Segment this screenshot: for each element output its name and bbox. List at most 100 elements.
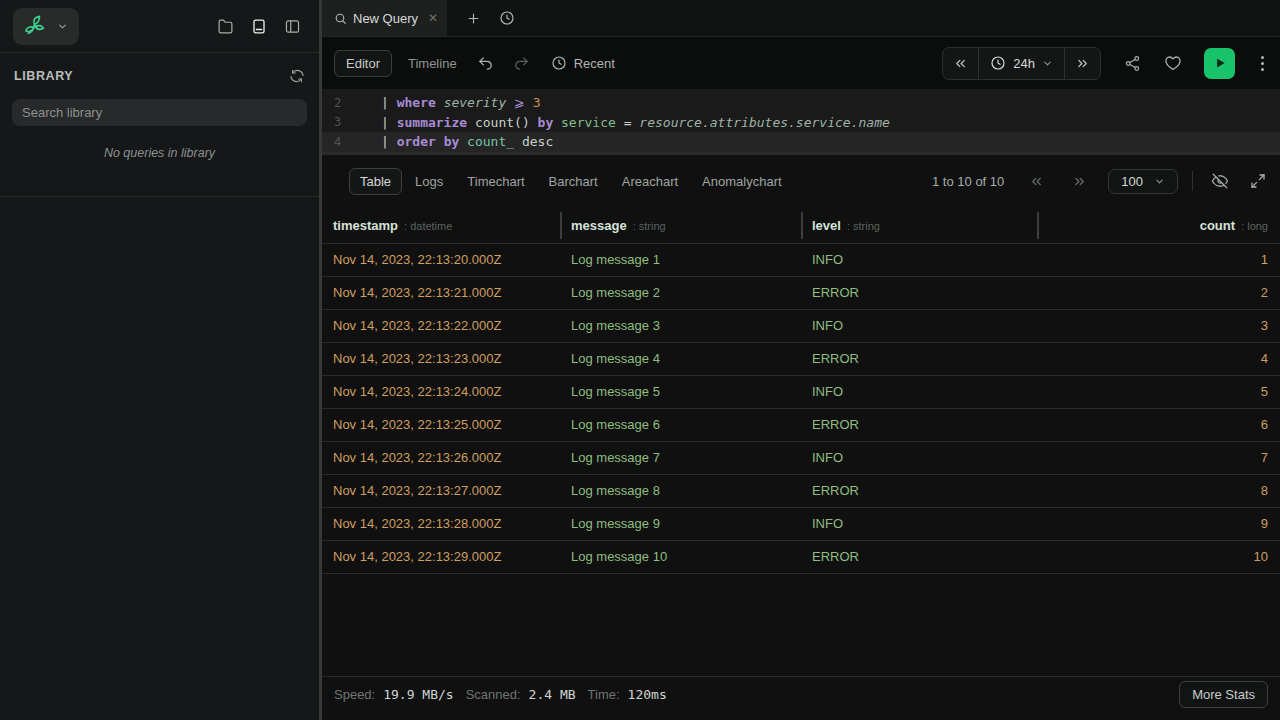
results-toolbar-right: 1 to 10 of 10 100 (932, 169, 1266, 194)
sidebar: LIBRARY No queries in library (0, 0, 322, 720)
cell-timestamp: Nov 14, 2023, 22:13:20.000Z (322, 252, 560, 267)
column-resize-handle[interactable] (801, 212, 803, 239)
recent-button[interactable]: Recent (551, 55, 615, 71)
editor-line[interactable]: 3| summarize count() by service = resour… (322, 113, 1280, 133)
table-row[interactable]: Nov 14, 2023, 22:13:28.000ZLog message 9… (322, 508, 1280, 541)
table-row[interactable]: Nov 14, 2023, 22:13:25.000ZLog message 6… (322, 409, 1280, 442)
view-tabs: TableLogsTimechartBarchartAreachartAnoma… (349, 168, 795, 195)
query-editor[interactable]: 2| where severity ⩾ 33| summarize count(… (322, 89, 1280, 152)
view-tab-logs[interactable]: Logs (404, 168, 454, 195)
query-toolbar: Editor Timeline Recent 24h (322, 37, 1280, 89)
cell-level: ERROR (801, 549, 1037, 564)
code-text: | summarize count() by service = resourc… (356, 115, 890, 130)
stat-label: Scanned: (466, 687, 521, 702)
cell-message: Log message 9 (560, 516, 801, 531)
app-root: LIBRARY No queries in library New Query … (0, 0, 1280, 720)
layout-columns-icon[interactable] (284, 18, 301, 35)
cell-count: 8 (1037, 483, 1280, 498)
table-row[interactable]: Nov 14, 2023, 22:13:23.000ZLog message 4… (322, 343, 1280, 376)
pagination-info: 1 to 10 of 10 (932, 174, 1004, 189)
editor-line[interactable]: 4| order by count_ desc (322, 132, 1280, 152)
table-row[interactable]: Nov 14, 2023, 22:13:22.000ZLog message 3… (322, 310, 1280, 343)
new-tab-button[interactable] (466, 0, 481, 36)
column-header-message[interactable]: message: string (560, 218, 801, 233)
editor-line[interactable]: 2| where severity ⩾ 3 (322, 93, 1280, 113)
cell-count: 2 (1037, 285, 1280, 300)
more-stats-button[interactable]: More Stats (1179, 681, 1268, 708)
view-tab-barchart[interactable]: Barchart (538, 168, 609, 195)
cell-count: 10 (1037, 549, 1280, 564)
table-row[interactable]: Nov 14, 2023, 22:13:24.000ZLog message 5… (322, 376, 1280, 409)
cell-level: INFO (801, 516, 1037, 531)
divider (1192, 171, 1193, 191)
prev-page-icon[interactable] (1029, 174, 1044, 189)
time-range-dropdown[interactable]: 24h (978, 48, 1065, 79)
column-resize-handle[interactable] (560, 212, 562, 239)
view-tab-timechart[interactable]: Timechart (456, 168, 535, 195)
cell-level: INFO (801, 252, 1037, 267)
cell-level: INFO (801, 450, 1037, 465)
line-number: 4 (322, 135, 356, 149)
sidebar-header-icons (217, 18, 301, 35)
table-row[interactable]: Nov 14, 2023, 22:13:27.000ZLog message 8… (322, 475, 1280, 508)
play-icon (1213, 56, 1227, 70)
more-options-icon[interactable] (1259, 54, 1266, 73)
chevron-down-icon (57, 21, 68, 32)
results-empty-space (322, 574, 1280, 677)
share-icon[interactable] (1124, 55, 1141, 72)
undo-icon[interactable] (477, 55, 494, 72)
column-header-count[interactable]: count: long (1037, 218, 1280, 233)
editor-mode-button[interactable]: Editor (334, 50, 392, 77)
close-tab-icon[interactable]: ✕ (428, 11, 438, 25)
cell-count: 9 (1037, 516, 1280, 531)
hide-columns-icon[interactable] (1205, 172, 1235, 190)
run-query-button[interactable] (1204, 48, 1235, 79)
time-range-control: 24h (942, 47, 1101, 80)
search-library-input[interactable] (12, 99, 307, 126)
chevron-down-icon (1154, 176, 1165, 187)
table-row[interactable]: Nov 14, 2023, 22:13:20.000ZLog message 1… (322, 244, 1280, 277)
view-tab-table[interactable]: Table (349, 168, 402, 195)
results-panel: TableLogsTimechartBarchartAreachartAnoma… (322, 155, 1280, 720)
expand-icon[interactable] (1244, 173, 1266, 189)
cell-message: Log message 7 (560, 450, 801, 465)
library-panel-icon[interactable] (251, 18, 267, 35)
cell-message: Log message 2 (560, 285, 801, 300)
redo-icon[interactable] (513, 55, 530, 72)
time-forward-icon[interactable] (1065, 48, 1100, 79)
code-text: | where severity ⩾ 3 (356, 95, 541, 110)
line-number: 3 (322, 115, 356, 129)
time-back-icon[interactable] (943, 48, 978, 79)
timeline-mode-button[interactable]: Timeline (408, 56, 457, 71)
cell-timestamp: Nov 14, 2023, 22:13:22.000Z (322, 318, 560, 333)
view-tab-areachart[interactable]: Areachart (611, 168, 689, 195)
view-tab-anomalychart[interactable]: Anomalychart (691, 168, 792, 195)
refresh-icon[interactable] (289, 68, 305, 84)
favorite-icon[interactable] (1164, 54, 1182, 72)
library-title: LIBRARY (14, 69, 73, 83)
stat-value: 19.9 MB/s (383, 687, 453, 702)
cell-level: ERROR (801, 483, 1037, 498)
table-row[interactable]: Nov 14, 2023, 22:13:21.000ZLog message 2… (322, 277, 1280, 310)
table-row[interactable]: Nov 14, 2023, 22:13:26.000ZLog message 7… (322, 442, 1280, 475)
cell-timestamp: Nov 14, 2023, 22:13:27.000Z (322, 483, 560, 498)
table-row[interactable]: Nov 14, 2023, 22:13:29.000ZLog message 1… (322, 541, 1280, 574)
recent-label: Recent (574, 56, 615, 71)
time-range-value: 24h (1013, 56, 1035, 71)
query-tab[interactable]: New Query ✕ (322, 0, 447, 36)
column-header-level[interactable]: level: string (801, 218, 1037, 233)
column-header-timestamp[interactable]: timestamp: datetime (322, 218, 560, 233)
cell-timestamp: Nov 14, 2023, 22:13:25.000Z (322, 417, 560, 432)
history-icon[interactable] (499, 0, 515, 36)
page-size-dropdown[interactable]: 100 (1108, 169, 1178, 194)
folder-icon[interactable] (217, 18, 234, 35)
cell-count: 1 (1037, 252, 1280, 267)
app-logo-icon (22, 13, 49, 40)
cell-level: ERROR (801, 417, 1037, 432)
stat-item: Speed:19.9 MB/s (334, 687, 454, 702)
stat-value: 120ms (628, 687, 667, 702)
column-resize-handle[interactable] (1037, 212, 1039, 239)
workspace-switcher[interactable] (13, 8, 79, 45)
next-page-icon[interactable] (1072, 174, 1087, 189)
page-size-value: 100 (1121, 174, 1143, 189)
